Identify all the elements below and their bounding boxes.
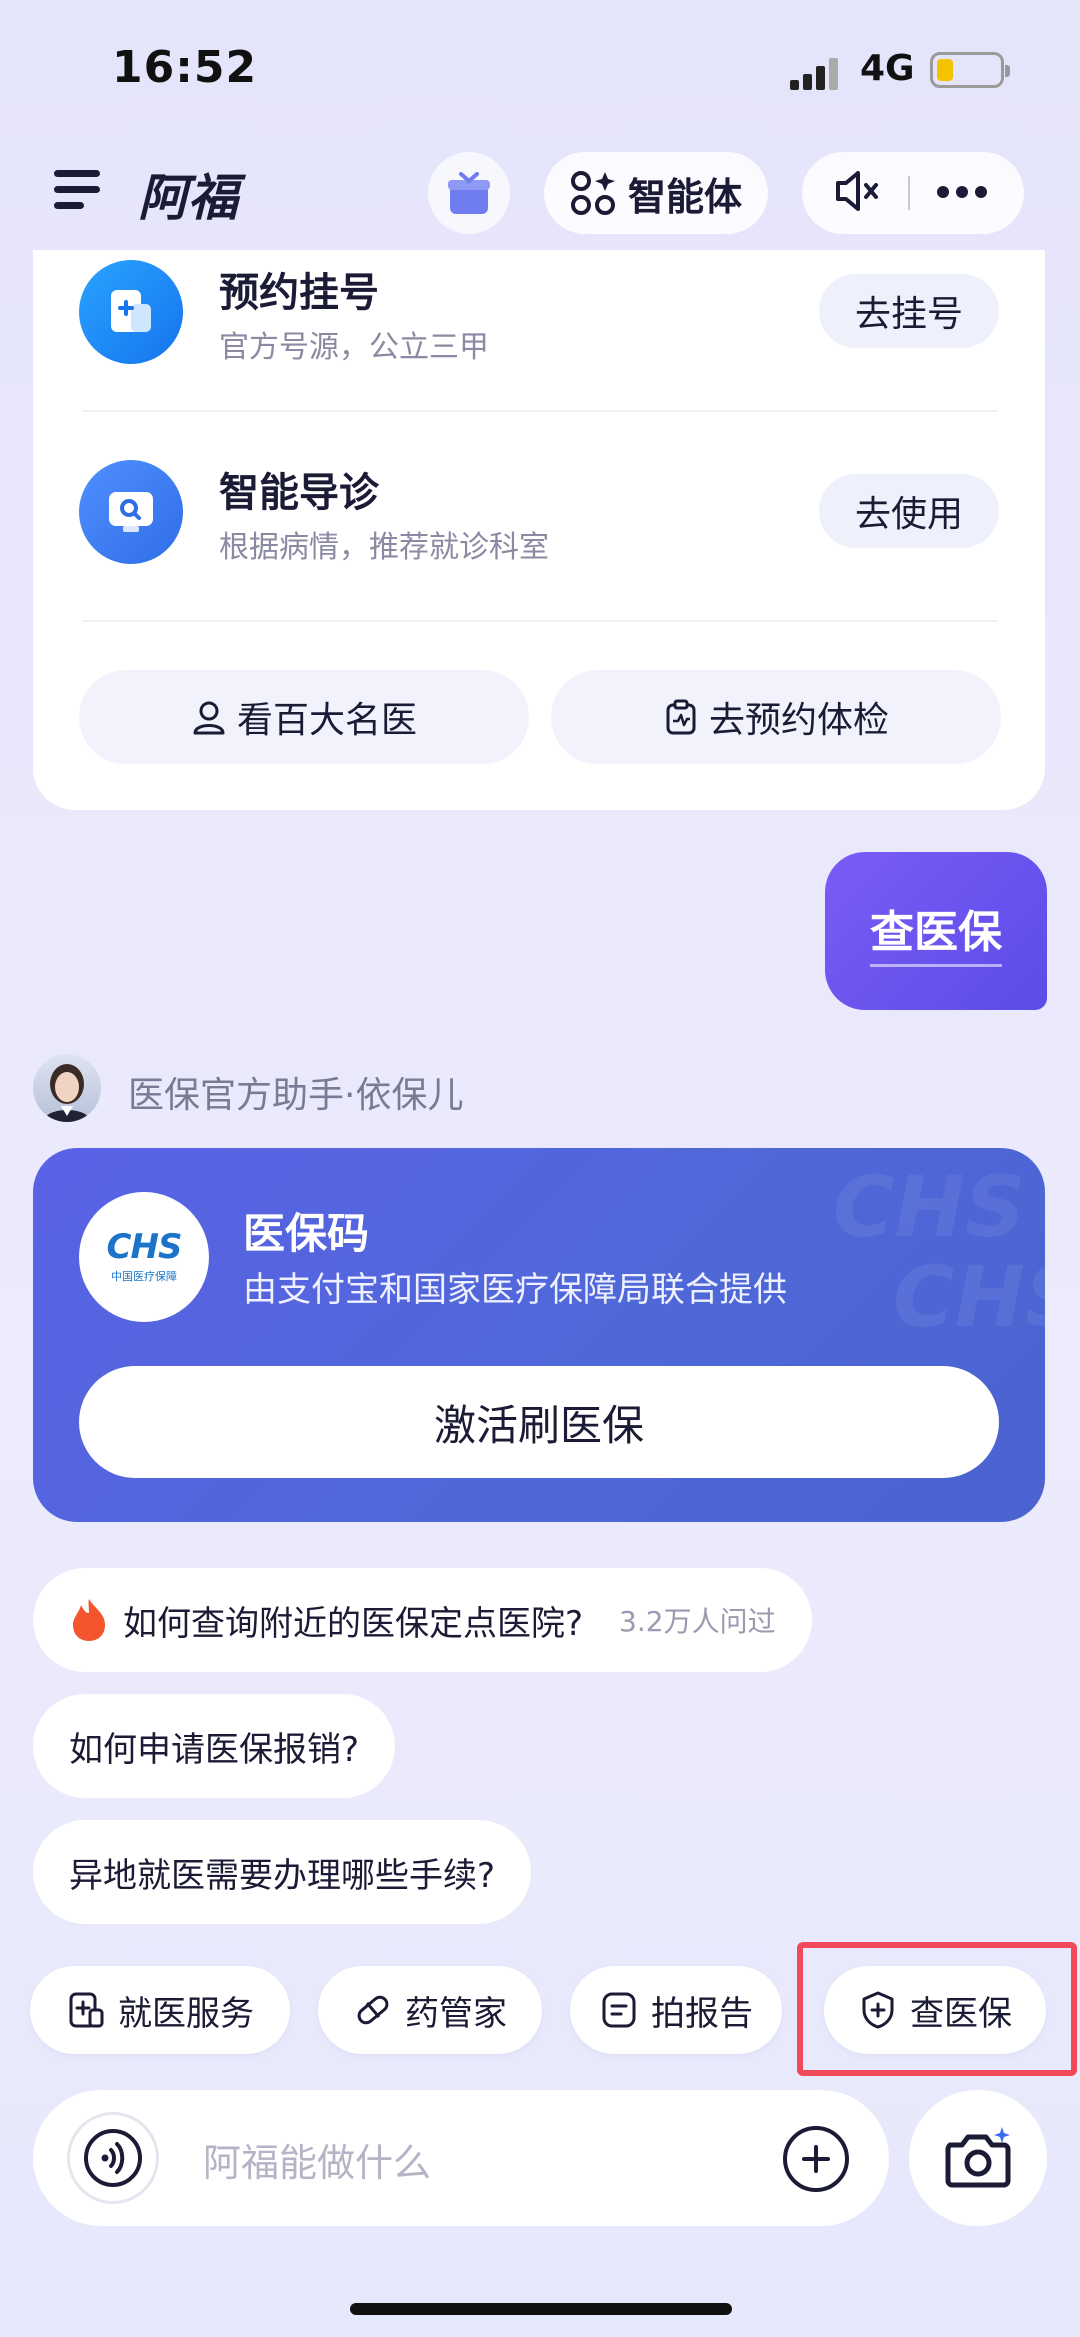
app-title: 阿福 <box>138 169 238 227</box>
user-message-bubble: 查医保 <box>825 852 1047 1010</box>
agent-icon <box>570 171 615 215</box>
report-icon <box>602 1992 636 2028</box>
logo-caption: 中国医疗保障 <box>111 1270 177 1283</box>
quick-action-label: 就医服务 <box>118 1993 254 2034</box>
signal-icon <box>790 56 846 90</box>
agent-button[interactable]: 智能体 <box>544 152 768 234</box>
mute-button[interactable] <box>832 169 882 217</box>
highlight-box <box>797 1942 1077 2076</box>
logo-text: CHS <box>106 1227 183 1267</box>
more-icon <box>937 185 987 198</box>
use-triage-button[interactable]: 去使用 <box>819 474 999 548</box>
service-subtitle: 官方号源，公立三甲 <box>219 330 489 365</box>
camera-icon <box>945 2127 1011 2188</box>
service-card: 预约挂号 官方号源，公立三甲 去挂号 智能导诊 根据病情，推荐就诊科室 去使用 … <box>33 250 1045 810</box>
voice-button[interactable] <box>67 2112 159 2204</box>
speaker-mute-icon <box>836 171 878 211</box>
suggestion-chip[interactable]: 异地就医需要办理哪些手续? <box>33 1820 532 1924</box>
gift-button[interactable] <box>428 152 510 234</box>
service-subtitle: 根据病情，推荐就诊科室 <box>219 530 549 565</box>
medical-service-icon <box>69 1992 104 2028</box>
doctor-icon <box>193 701 225 735</box>
chs-logo: CHS 中国医疗保障 <box>79 1192 209 1322</box>
checkup-icon <box>666 699 696 735</box>
chat-input[interactable]: 阿福能做什么 <box>203 2132 431 2187</box>
quick-action-medical-service[interactable]: 就医服务 <box>30 1966 290 2054</box>
battery-icon <box>930 52 1010 88</box>
header-actions <box>802 152 1024 234</box>
network-label: 4G <box>860 48 915 89</box>
assistant-name: 医保官方助手·依保儿 <box>128 1075 464 1116</box>
suggestion-text: 异地就医需要办理哪些手续? <box>69 1855 496 1896</box>
service-title: 预约挂号 <box>219 270 379 316</box>
service-title: 智能导诊 <box>219 470 379 516</box>
divider <box>82 620 998 622</box>
assistant-avatar <box>33 1054 101 1122</box>
voice-icon <box>84 2129 142 2187</box>
chat-input-bar: 阿福能做什么 <box>33 2090 889 2226</box>
camera-button[interactable] <box>909 2090 1047 2226</box>
divider <box>82 410 998 412</box>
insurance-card: CHS CHS CHS 中国医疗保障 医保码 由支付宝和国家医疗保障局联合提供 … <box>33 1148 1045 1522</box>
pill-icon <box>357 1995 389 2025</box>
gift-icon <box>448 172 490 214</box>
checkup-link[interactable]: 去预约体检 <box>551 670 1001 764</box>
quick-action-label: 药管家 <box>405 1993 507 2034</box>
add-button[interactable] <box>783 2126 849 2192</box>
link-label: 看百大名医 <box>236 700 417 741</box>
plus-icon <box>802 2145 830 2173</box>
suggestion-text: 如何查询附近的医保定点医院? <box>123 1603 584 1644</box>
hospital-icon <box>79 260 183 364</box>
famous-doctors-link[interactable]: 看百大名医 <box>79 670 529 764</box>
insurance-card-title: 医保码 <box>243 1209 370 1258</box>
status-time: 16:52 <box>112 42 258 93</box>
activate-insurance-button[interactable]: 激活刷医保 <box>79 1366 999 1478</box>
agent-label: 智能体 <box>627 174 742 219</box>
suggestion-chip[interactable]: 如何申请医保报销? <box>33 1694 396 1798</box>
fire-icon <box>73 1599 105 1641</box>
quick-action-label: 拍报告 <box>651 1993 753 2034</box>
suggestion-text: 如何申请医保报销? <box>69 1729 360 1770</box>
link-label: 去预约体检 <box>708 700 889 741</box>
ask-count: 3.2万人问过 <box>619 1605 776 1638</box>
insurance-card-subtitle: 由支付宝和国家医疗保障局联合提供 <box>243 1270 787 1310</box>
register-button[interactable]: 去挂号 <box>819 274 999 348</box>
card-watermark: CHS <box>893 1248 1045 1346</box>
user-message-text: 查医保 <box>870 896 1002 967</box>
triage-icon <box>79 460 183 564</box>
quick-action-photo-report[interactable]: 拍报告 <box>570 1966 782 2054</box>
quick-action-pill-manager[interactable]: 药管家 <box>318 1966 542 2054</box>
card-watermark: CHS <box>833 1158 1026 1256</box>
suggestion-chip[interactable]: 如何查询附近的医保定点医院? 3.2万人问过 <box>33 1568 812 1672</box>
menu-icon[interactable] <box>54 170 100 210</box>
more-button[interactable] <box>936 184 988 203</box>
home-indicator <box>350 2303 732 2315</box>
